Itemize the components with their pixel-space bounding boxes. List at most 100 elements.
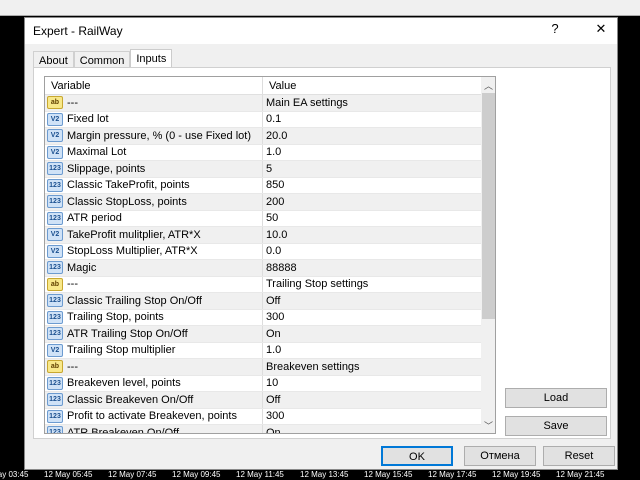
value-cell[interactable]: 88888: [263, 260, 495, 276]
header-value[interactable]: Value: [263, 77, 495, 94]
table-row[interactable]: 123 ATR Trailing Stop On/Off On: [45, 326, 495, 343]
table-row[interactable]: 123 Profit to activate Breakeven, points 3…: [45, 408, 495, 425]
integer-type-icon: 123: [47, 393, 63, 407]
table-row[interactable]: 123 Breakeven level, points 10: [45, 375, 495, 392]
value-cell[interactable]: 1.0: [263, 343, 495, 359]
close-button[interactable]: ✕: [591, 21, 611, 37]
value-cell[interactable]: 1.0: [263, 145, 495, 161]
double-type-icon: V2: [47, 244, 63, 258]
variable-name: Margin pressure, % (0 - use Fixed lot): [67, 129, 252, 142]
vertical-scrollbar[interactable]: ︿ ﹀: [481, 77, 495, 433]
integer-type-icon: 123: [47, 261, 63, 275]
table-row[interactable]: V2 StopLoss Multiplier, ATR*X 0.0: [45, 243, 495, 260]
table-row[interactable]: ab --- Trailing Stop settings: [45, 276, 495, 293]
value-cell[interactable]: 200: [263, 194, 495, 210]
table-row[interactable]: 123 Classic StopLoss, points 200: [45, 194, 495, 211]
expert-dialog: Expert - RailWay ? ✕ About Common Inputs…: [24, 17, 618, 470]
axis-label: 12 May 05:45: [44, 470, 93, 479]
tab-inputs[interactable]: Inputs: [130, 49, 173, 68]
integer-type-icon: 123: [47, 327, 63, 341]
table-row[interactable]: ab --- Main EA settings: [45, 95, 495, 112]
table-row[interactable]: ab --- Breakeven settings: [45, 359, 495, 376]
tab-about[interactable]: About: [33, 51, 74, 68]
integer-type-icon: 123: [47, 294, 63, 308]
table-row[interactable]: 123 Classic Breakeven On/Off Off: [45, 392, 495, 409]
header-variable[interactable]: Variable: [45, 77, 263, 94]
value-cell[interactable]: 0.1: [263, 112, 495, 128]
variable-name: Breakeven level, points: [67, 377, 181, 390]
table-row[interactable]: 123 Trailing Stop, points 300: [45, 309, 495, 326]
reset-button[interactable]: Reset: [543, 446, 615, 466]
cancel-button[interactable]: Отмена: [464, 446, 536, 466]
table-row[interactable]: V2 Trailing Stop multiplier 1.0: [45, 342, 495, 359]
value-cell[interactable]: Off: [263, 293, 495, 309]
integer-type-icon: 123: [47, 376, 63, 390]
variable-cell: 123 Trailing Stop, points: [45, 309, 263, 325]
value-cell[interactable]: Off: [263, 392, 495, 408]
table-row[interactable]: V2 Maximal Lot 1.0: [45, 144, 495, 161]
value-cell[interactable]: 300: [263, 409, 495, 425]
value-cell[interactable]: 10.0: [263, 227, 495, 243]
value-cell[interactable]: 50: [263, 211, 495, 227]
table-row[interactable]: V2 Fixed lot 0.1: [45, 111, 495, 128]
axis-label: 12 May 19:45: [492, 470, 541, 479]
variable-cell: 123 ATR Breakeven On/Off: [45, 425, 263, 434]
variable-name: Classic Trailing Stop On/Off: [67, 294, 202, 307]
table-row[interactable]: 123 ATR Breakeven On/Off On: [45, 425, 495, 434]
integer-type-icon: 123: [47, 162, 63, 176]
value-cell[interactable]: 20.0: [263, 128, 495, 144]
scrollbar-thumb[interactable]: [482, 93, 495, 319]
integer-type-icon: 123: [47, 409, 63, 423]
variable-name: Slippage, points: [67, 162, 146, 175]
scroll-up-icon[interactable]: ︿: [481, 79, 495, 92]
value-cell[interactable]: 10: [263, 376, 495, 392]
load-button[interactable]: Load: [505, 388, 607, 408]
ok-button[interactable]: OK: [381, 446, 453, 466]
variable-cell: V2 Maximal Lot: [45, 144, 263, 160]
variable-cell: ab ---: [45, 95, 263, 111]
variable-name: ATR Breakeven On/Off: [67, 426, 180, 434]
variable-name: ATR period: [67, 212, 122, 225]
window-title: Expert - RailWay: [33, 24, 123, 38]
value-cell[interactable]: Main EA settings: [263, 95, 495, 111]
value-cell[interactable]: 300: [263, 310, 495, 326]
axis-label: 12 May 11:45: [236, 470, 284, 479]
variable-name: ATR Trailing Stop On/Off: [67, 327, 188, 340]
scroll-down-icon[interactable]: ﹀: [481, 419, 495, 432]
variable-name: ---: [67, 360, 78, 373]
value-cell[interactable]: On: [263, 425, 495, 433]
table-row[interactable]: 123 Classic Trailing Stop On/Off Off: [45, 293, 495, 310]
table-row[interactable]: 123 Magic 88888: [45, 260, 495, 277]
variable-name: ---: [67, 96, 78, 109]
variable-name: Trailing Stop, points: [67, 311, 164, 324]
table-row[interactable]: V2 Margin pressure, % (0 - use Fixed lot)…: [45, 128, 495, 145]
axis-label: 12 May 03:45: [0, 470, 29, 479]
value-cell[interactable]: Trailing Stop settings: [263, 277, 495, 293]
help-button[interactable]: ?: [545, 21, 565, 36]
value-cell[interactable]: 0.0: [263, 244, 495, 260]
variable-name: ---: [67, 278, 78, 291]
save-button[interactable]: Save: [505, 416, 607, 436]
variable-cell: ab ---: [45, 359, 263, 375]
variable-cell: 123 Classic TakeProfit, points: [45, 177, 263, 193]
variable-name: Profit to activate Breakeven, points: [67, 410, 237, 423]
variable-name: Trailing Stop multiplier: [67, 344, 176, 357]
variable-name: Maximal Lot: [67, 146, 127, 159]
value-cell[interactable]: On: [263, 326, 495, 342]
value-cell[interactable]: 5: [263, 161, 495, 177]
tab-common[interactable]: Common: [73, 51, 131, 68]
table-row[interactable]: V2 TakeProfit mulitplier, ATR*X 10.0: [45, 227, 495, 244]
value-cell[interactable]: 850: [263, 178, 495, 194]
table-header: Variable Value: [45, 77, 495, 95]
table-row[interactable]: 123 Classic TakeProfit, points 850: [45, 177, 495, 194]
variable-name: Magic: [67, 261, 97, 274]
table-row[interactable]: 123 ATR period 50: [45, 210, 495, 227]
table-row[interactable]: 123 Slippage, points 5: [45, 161, 495, 178]
value-cell[interactable]: Breakeven settings: [263, 359, 495, 375]
string-type-icon: ab: [47, 360, 63, 374]
double-type-icon: V2: [47, 343, 63, 357]
terminal-toolbar: [0, 0, 640, 16]
integer-type-icon: 123: [47, 195, 63, 209]
time-axis: 12 May 03:45 12 May 05:45 12 May 07:45 12 M…: [0, 470, 640, 480]
variable-cell: 123 Classic Trailing Stop On/Off: [45, 293, 263, 309]
